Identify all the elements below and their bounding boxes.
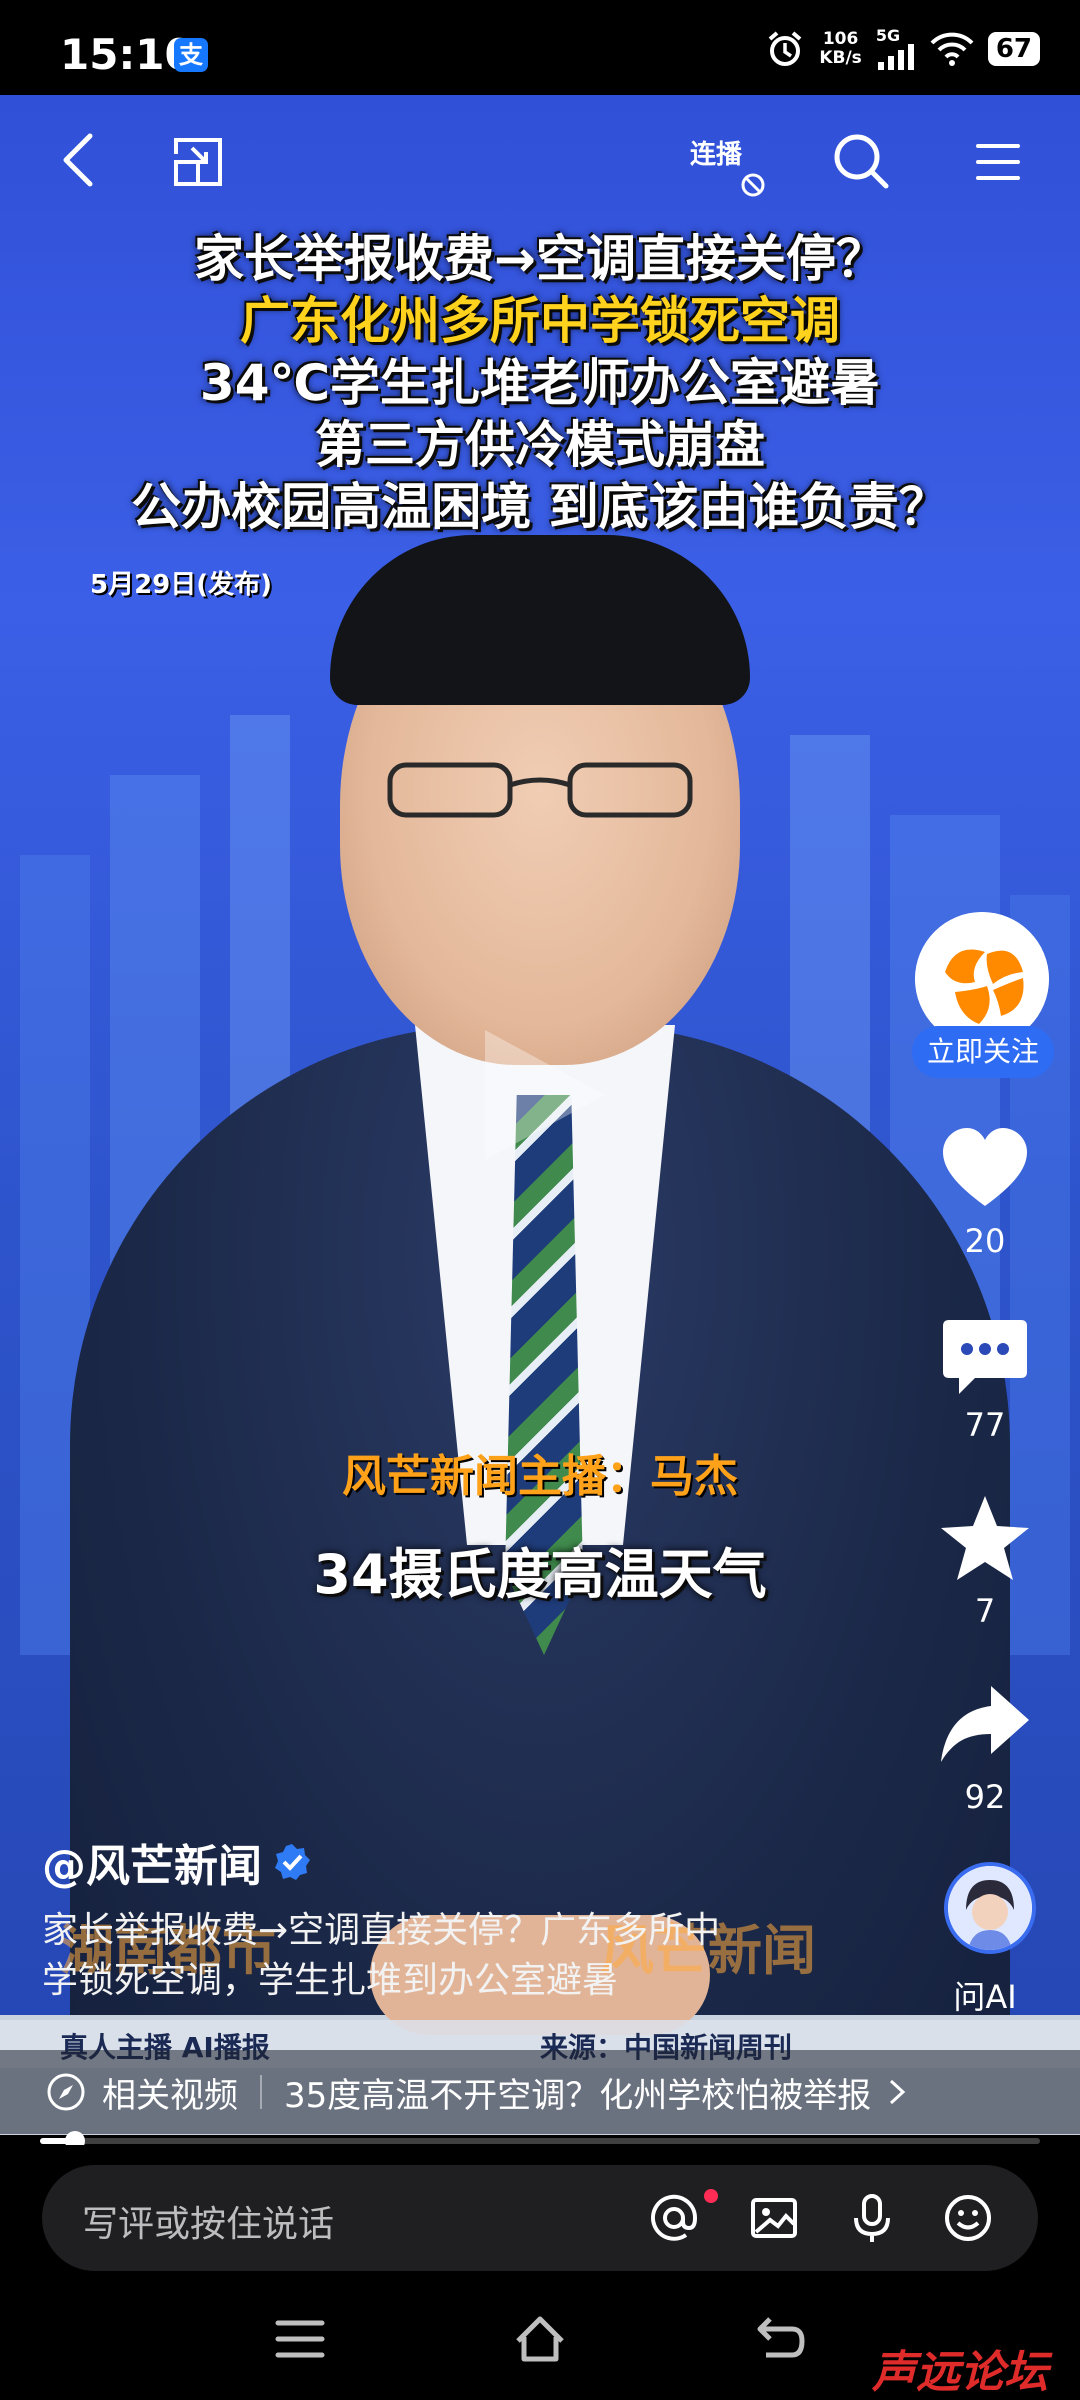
- autoplay-off-icon: [741, 173, 765, 197]
- author-handle[interactable]: @风芒新闻: [42, 1830, 262, 1894]
- compass-icon: [47, 2073, 85, 2111]
- description-line-2: 学锁死空调，学生扎堆到办公室避暑: [42, 1960, 619, 2001]
- ai-assistant-avatar[interactable]: [944, 1862, 1036, 1954]
- chevron-right-icon: [890, 2079, 906, 2105]
- verified-icon: [275, 1844, 310, 1880]
- mention-icon[interactable]: [648, 2192, 700, 2244]
- play-icon[interactable]: [455, 1010, 625, 1180]
- video-progress-bar[interactable]: [40, 2131, 1040, 2151]
- headline-line-4: 第三方供冷模式崩盘: [315, 416, 765, 474]
- image-icon[interactable]: [748, 2192, 800, 2244]
- signal-icon: [877, 44, 914, 70]
- share-count: 92: [964, 1778, 1006, 1816]
- author-name[interactable]: @风芒新闻: [42, 1830, 312, 1894]
- publish-date: 5月29日(发布): [90, 570, 273, 600]
- related-title: 35度高温不开空调？化州学校怕被举报: [284, 2075, 872, 2116]
- nav-home-icon[interactable]: [512, 2311, 568, 2367]
- subtitle-text: 34摄氏度高温天气: [313, 1543, 767, 1606]
- related-videos-bar[interactable]: 相关视频 35度高温不开空调？化州学校怕被举报: [0, 2050, 1080, 2134]
- autoplay-toggle[interactable]: 连播: [690, 134, 765, 197]
- search-icon[interactable]: [830, 130, 890, 190]
- back-icon[interactable]: [52, 130, 112, 190]
- post-description[interactable]: 家长举报收费→空调直接关停？广东多所中 学锁死空调，学生扎堆到办公室避暑: [42, 1906, 902, 2006]
- nav-menu-icon[interactable]: [272, 2311, 328, 2367]
- signal-label: 5G: [875, 26, 901, 45]
- related-label: 相关视频: [102, 2075, 238, 2116]
- headline-line-3: 34℃学生扎堆老师办公室避暑: [199, 354, 881, 412]
- battery-level: 67: [987, 32, 1040, 66]
- notification-dot: [704, 2189, 718, 2203]
- headline-line-1: 家长举报收费→空调直接关停？: [194, 230, 886, 288]
- nav-back-icon[interactable]: [752, 2311, 808, 2367]
- alipay-icon: 支: [174, 38, 208, 72]
- net-speed-unit: KB/s: [819, 48, 862, 68]
- comment-count: 77: [964, 1406, 1006, 1444]
- status-right: 106 KB/s 5G 67: [765, 24, 1040, 74]
- headline-line-5: 公办校园高温困境 到底该由谁负责？: [131, 478, 949, 536]
- like-count: 20: [964, 1222, 1006, 1260]
- subtitle-anchor: 风芒新闻主播：马杰: [342, 1451, 738, 1502]
- share-icon[interactable]: [935, 1676, 1035, 1776]
- anchor-hair: [330, 535, 750, 705]
- favorite-icon[interactable]: [935, 1490, 1035, 1590]
- related-divider: [260, 2075, 262, 2109]
- ask-ai-label[interactable]: 问AI: [930, 1972, 1040, 2018]
- video-headline: 家长举报收费→空调直接关停？ 广东化州多所中学锁死空调 34℃学生扎堆老师办公室…: [40, 228, 1040, 538]
- favorite-count: 7: [974, 1592, 996, 1630]
- signal: 5G: [876, 28, 916, 70]
- net-speed-value: 106: [822, 29, 859, 49]
- site-watermark: 声远论坛: [872, 2347, 1048, 2398]
- comment-icon[interactable]: [935, 1306, 1035, 1406]
- follow-button[interactable]: 立即关注: [912, 1026, 1054, 1078]
- menu-icon[interactable]: [968, 132, 1028, 192]
- autoplay-label: 连播: [690, 140, 743, 170]
- status-bar: 15:10 支 106 KB/s 5G 67: [0, 0, 1080, 95]
- microphone-icon[interactable]: [846, 2192, 898, 2244]
- emoji-icon[interactable]: [942, 2192, 994, 2244]
- net-speed: 106 KB/s: [819, 30, 861, 68]
- comment-placeholder: 写评或按住说话: [82, 2204, 335, 2245]
- headline-line-2: 广东化州多所中学锁死空调: [240, 292, 840, 350]
- wifi-icon: [930, 32, 974, 66]
- fullscreen-exit-icon[interactable]: [168, 132, 228, 192]
- anchor-glasses: [387, 762, 693, 818]
- alarm-icon: [769, 31, 802, 66]
- comment-input[interactable]: 写评或按住说话: [42, 2165, 1038, 2271]
- like-icon[interactable]: [935, 1120, 1035, 1220]
- description-line-1: 家长举报收费→空调直接关停？广东多所中: [42, 1910, 721, 1951]
